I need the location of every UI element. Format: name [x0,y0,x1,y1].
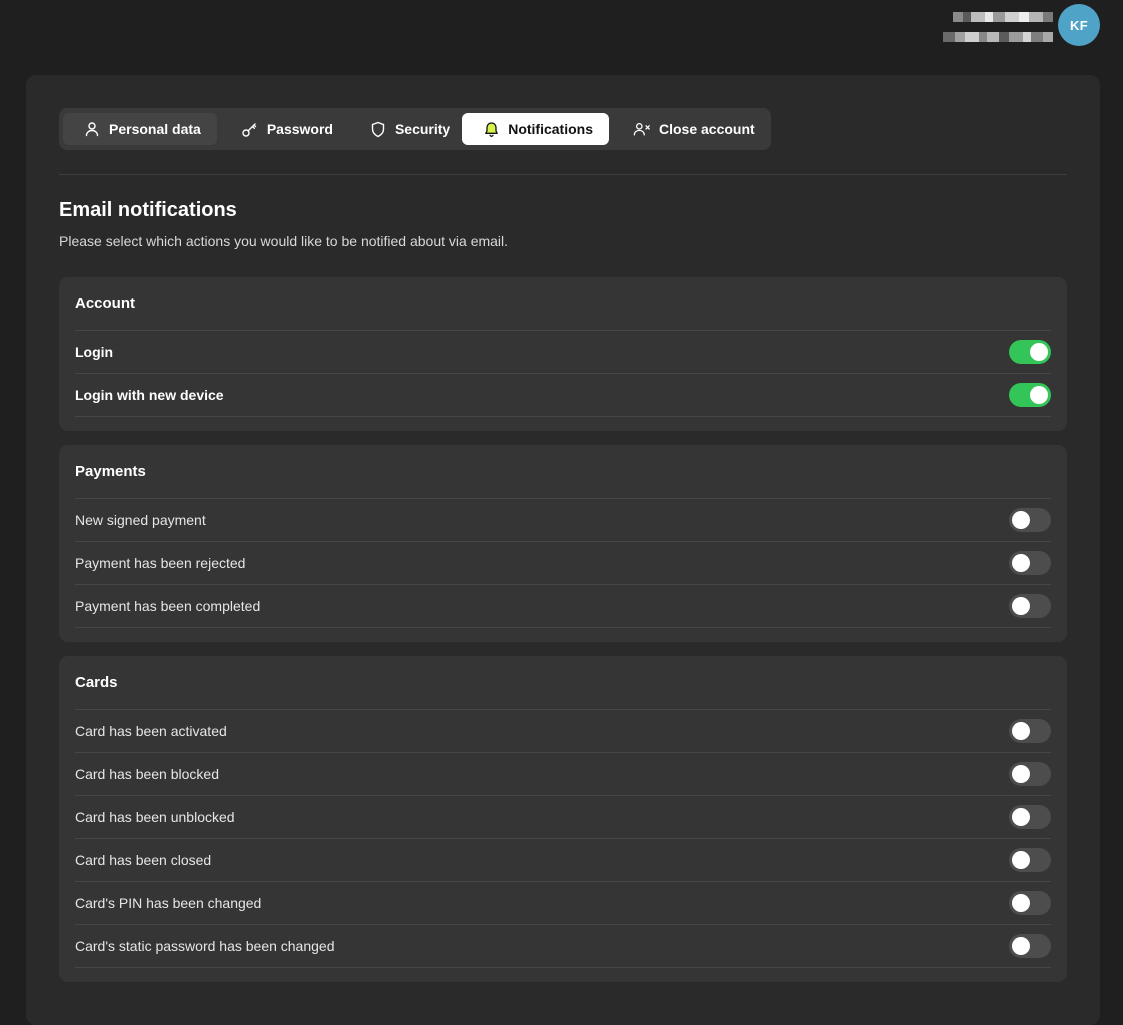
login-toggle[interactable] [1009,340,1051,364]
login-new-device-toggle[interactable] [1009,383,1051,407]
avatar[interactable]: KF [1058,4,1100,46]
toggle-knob [1030,386,1048,404]
toggle-knob [1012,597,1030,615]
user-icon [83,120,101,138]
new-signed-payment-toggle[interactable] [1009,508,1051,532]
notification-row-card-closed: Card has been closed [75,839,1051,882]
redacted-user-company [943,32,1053,42]
payment-rejected-toggle[interactable] [1009,551,1051,575]
tab-notifications[interactable]: Notifications [462,113,609,145]
section-payments: Payments New signed payment Payment has … [59,445,1067,642]
toggle-knob [1012,808,1030,826]
toggle-knob [1012,851,1030,869]
redacted-user-name [953,12,1053,22]
section-title: Cards [75,656,1051,710]
bell-icon [482,120,500,138]
notification-row-login: Login [75,331,1051,374]
page-subtitle: Please select which actions you would li… [59,233,509,249]
notification-row-card-blocked: Card has been blocked [75,753,1051,796]
settings-panel: Personal data Password Security Notifica… [26,75,1100,1025]
tab-label: Notifications [508,121,593,137]
section-cards: Cards Card has been activated Card has b… [59,656,1067,982]
notification-label: Login with new device [75,387,224,403]
toggle-knob [1012,554,1030,572]
top-bar: KF [0,0,1123,60]
card-unblocked-toggle[interactable] [1009,805,1051,829]
notification-row-payment-completed: Payment has been completed [75,585,1051,628]
notification-label: Card's static password has been changed [75,938,335,954]
tab-security[interactable]: Security [345,113,462,145]
section-title: Account [75,277,1051,331]
notification-row-payment-rejected: Payment has been rejected [75,542,1051,585]
notification-row-card-pin-changed: Card's PIN has been changed [75,882,1051,925]
notification-label: Card has been activated [75,723,227,739]
notification-label: Card's PIN has been changed [75,895,262,911]
notification-row-card-activated: Card has been activated [75,710,1051,753]
notification-label: Card has been blocked [75,766,219,782]
avatar-initials: KF [1070,17,1088,33]
section-account: Account Login Login with new device [59,277,1067,431]
tab-password[interactable]: Password [217,113,345,145]
tab-close-account[interactable]: Close account [609,113,767,145]
notification-label: Card has been closed [75,852,212,868]
tab-label: Password [266,121,333,137]
payment-completed-toggle[interactable] [1009,594,1051,618]
notification-label: Card has been unblocked [75,809,235,825]
card-activated-toggle[interactable] [1009,719,1051,743]
settings-tabs: Personal data Password Security Notifica… [59,108,771,150]
notification-row-login-new-device: Login with new device [75,374,1051,417]
shield-icon [369,120,387,138]
user-info-redacted [913,10,1053,44]
notification-label: Payment has been rejected [75,555,246,571]
toggle-knob [1012,765,1030,783]
toggle-knob [1012,937,1030,955]
notification-row-card-unblocked: Card has been unblocked [75,796,1051,839]
tab-label: Close account [659,121,755,137]
notification-label: Payment has been completed [75,598,261,614]
toggle-knob [1030,343,1048,361]
notification-label: New signed payment [75,512,206,528]
user-x-icon [633,120,651,138]
card-static-password-changed-toggle[interactable] [1009,934,1051,958]
toggle-knob [1012,511,1030,529]
tab-personal-data[interactable]: Personal data [63,113,217,145]
key-icon [241,120,259,138]
page-title: Email notifications [59,199,237,221]
divider [59,174,1067,175]
card-pin-changed-toggle[interactable] [1009,891,1051,915]
toggle-knob [1012,894,1030,912]
tab-label: Security [394,121,451,137]
card-blocked-toggle[interactable] [1009,762,1051,786]
notification-row-new-signed-payment: New signed payment [75,499,1051,542]
toggle-knob [1012,722,1030,740]
section-title: Payments [75,445,1051,499]
notification-label: Login [75,344,114,360]
tab-label: Personal data [109,121,201,137]
card-closed-toggle[interactable] [1009,848,1051,872]
notification-row-card-static-password-changed: Card's static password has been changed [75,925,1051,968]
